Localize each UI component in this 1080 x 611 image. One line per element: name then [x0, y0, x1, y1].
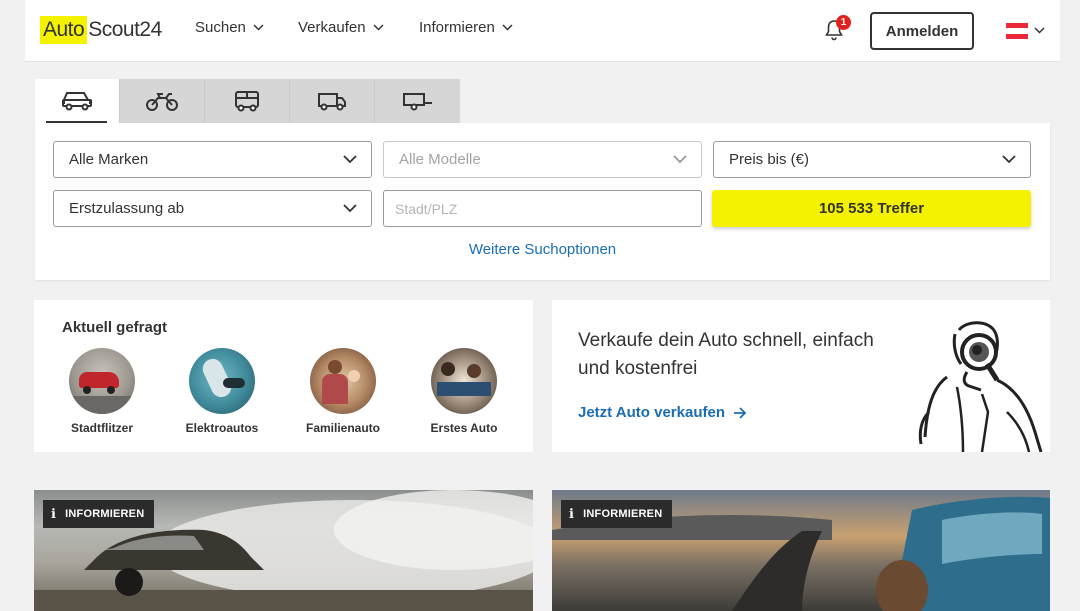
trending-item-familienauto[interactable]: Familienauto [293, 348, 393, 435]
model-select-value: Alle Modelle [399, 151, 481, 168]
chevron-down-icon [373, 24, 384, 31]
chevron-down-icon [343, 204, 357, 213]
search-panel: Alle Marken Alle Modelle Preis bis (€) E… [35, 123, 1050, 280]
sell-car-card: Verkaufe dein Auto schnell, einfach und … [552, 300, 1050, 452]
trending-item-erstes-auto[interactable]: Erstes Auto [414, 348, 514, 435]
chevron-down-icon [343, 155, 357, 164]
nav-verkaufen[interactable]: Verkaufen [298, 19, 384, 36]
sell-car-link[interactable]: Jetzt Auto verkaufen [578, 404, 747, 421]
more-search-options-link[interactable]: Weitere Suchoptionen [35, 241, 1050, 258]
site-header: Auto Scout24 Suchen Verkaufen Informieren… [25, 0, 1060, 62]
price-select[interactable]: Preis bis (€) [713, 141, 1031, 178]
article-card[interactable]: ℹ INFORMIEREN [552, 490, 1050, 611]
trending-item-elektroautos[interactable]: Elektroautos [172, 348, 272, 435]
austria-flag-icon[interactable] [1006, 23, 1028, 39]
info-badge-label: INFORMIEREN [65, 508, 145, 520]
show-results-button[interactable]: 105 533 Treffer [712, 190, 1031, 227]
car-icon [62, 92, 92, 111]
info-icon: ℹ [51, 506, 57, 522]
sell-car-link-label: Jetzt Auto verkaufen [578, 404, 725, 421]
tab-trailer[interactable] [375, 79, 460, 123]
elektroautos-image [189, 348, 255, 414]
trending-item-label: Erstes Auto [430, 421, 498, 435]
nav-suchen-label: Suchen [195, 19, 246, 36]
tab-van[interactable] [290, 79, 375, 123]
registration-select-value: Erstzulassung ab [69, 200, 185, 217]
chevron-down-icon [253, 24, 264, 31]
make-select[interactable]: Alle Marken [53, 141, 372, 178]
price-select-value: Preis bis (€) [729, 151, 810, 168]
tab-camper[interactable] [205, 79, 290, 123]
trending-item-label: Familienauto [305, 421, 380, 435]
chevron-down-icon[interactable] [1034, 27, 1045, 34]
nav-suchen[interactable]: Suchen [195, 19, 264, 36]
detective-illustration [918, 321, 1043, 452]
chevron-down-icon [1002, 155, 1016, 164]
familienauto-image [310, 348, 376, 414]
trending-item-stadtflitzer[interactable]: Stadtflitzer [52, 348, 152, 435]
location-input[interactable]: Stadt/PLZ [383, 190, 702, 227]
chevron-down-icon [673, 155, 687, 164]
info-badge: ℹ INFORMIEREN [561, 500, 673, 528]
info-badge-label: INFORMIEREN [583, 508, 663, 520]
location-input-placeholder: Stadt/PLZ [395, 200, 458, 217]
van-icon [318, 93, 346, 111]
logo-part-auto: Auto [40, 16, 88, 44]
camper-icon [235, 91, 259, 112]
nav-verkaufen-label: Verkaufen [298, 19, 366, 36]
autoscout24-logo[interactable]: Auto Scout24 [40, 15, 162, 45]
notification-badge: 1 [836, 15, 851, 30]
trending-title: Aktuell gefragt [62, 319, 168, 336]
trending-item-label: Stadtflitzer [70, 421, 133, 435]
nav-informieren[interactable]: Informieren [419, 19, 513, 36]
erstes-auto-image [431, 348, 497, 414]
nav-informieren-label: Informieren [419, 19, 495, 36]
trending-item-label: Elektroautos [185, 421, 259, 435]
tab-car[interactable] [35, 79, 120, 123]
article-card[interactable]: ℹ INFORMIEREN [34, 490, 533, 611]
sell-headline: Verkaufe dein Auto schnell, einfach und … [578, 330, 874, 379]
motorcycle-icon [146, 93, 178, 111]
tab-motorcycle[interactable] [120, 79, 205, 123]
info-badge: ℹ INFORMIEREN [43, 500, 155, 528]
info-icon: ℹ [569, 506, 575, 522]
trailer-icon [402, 93, 432, 111]
model-select[interactable]: Alle Modelle [383, 141, 702, 178]
logo-part-scout24: Scout24 [88, 18, 162, 41]
make-select-value: Alle Marken [69, 151, 149, 168]
registration-select[interactable]: Erstzulassung ab [53, 190, 372, 227]
login-button[interactable]: Anmelden [870, 12, 974, 50]
trending-card: Aktuell gefragt Stadtflitzer Elektroauto… [34, 300, 533, 452]
vehicle-type-tabs [35, 79, 460, 123]
chevron-down-icon [502, 24, 513, 31]
arrow-right-icon [733, 406, 747, 419]
stadtflitzer-image [69, 348, 135, 414]
